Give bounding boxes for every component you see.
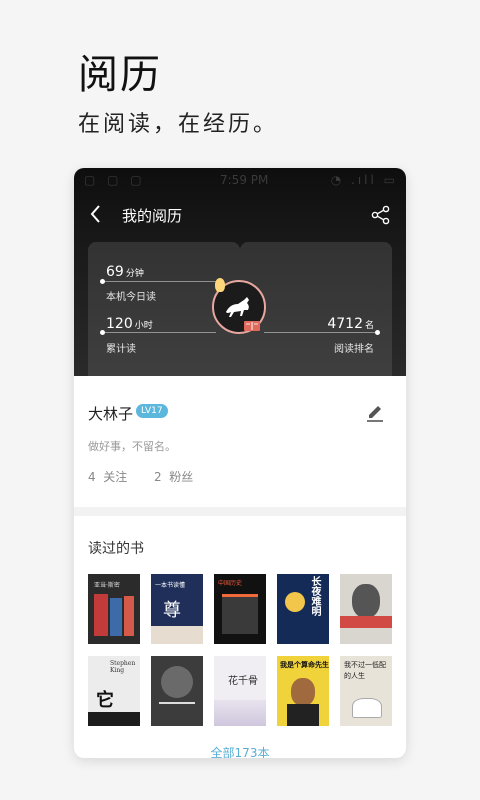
book-title: Stephen King xyxy=(110,660,136,674)
stat-total: 120 小时 累计读 xyxy=(106,313,153,355)
stat-rank: 4712 名 阅读排名 xyxy=(327,313,374,355)
books-section-title: 读过的书 xyxy=(88,541,144,557)
lightbulb-icon xyxy=(215,278,225,292)
book-cover[interactable]: 亚当·斯密 xyxy=(88,574,140,644)
status-bar: ▢ ▢ ▢ 7:59 PM ◔ .ıll ▭ xyxy=(74,168,406,192)
level-badge: LV17 xyxy=(136,404,168,418)
book-cover[interactable]: 长夜难明 xyxy=(277,574,329,644)
book-cover[interactable]: 花千骨 xyxy=(214,656,266,726)
book-title: 中国历史 xyxy=(218,580,243,587)
hero-subtitle: 在阅读，在经历。 xyxy=(78,112,279,137)
book-cover[interactable]: 一本书读懂 尊 xyxy=(151,574,203,644)
reading-header-panel: ▢ ▢ ▢ 7:59 PM ◔ .ıll ▭ 我的阅历 69 分钟 本机今日读 … xyxy=(74,168,406,376)
following-label: 关注 xyxy=(103,470,128,484)
book-title: 长夜难明 xyxy=(309,576,320,616)
stat-today-unit: 分钟 xyxy=(125,269,144,279)
connector-dot xyxy=(100,279,105,284)
top-bar: 我的阅历 xyxy=(74,198,406,234)
followers-link[interactable]: 2 粉丝 xyxy=(154,468,193,485)
followers-count: 2 xyxy=(154,470,162,484)
book-cover[interactable] xyxy=(151,656,203,726)
stat-rank-value: 4712 xyxy=(327,316,363,332)
book-cover[interactable]: 我不过一低配的人生 xyxy=(340,656,392,726)
book-title: 一本书读懂 xyxy=(155,582,186,589)
stat-today-label: 本机今日读 xyxy=(106,292,156,303)
following-link[interactable]: 4 关注 xyxy=(88,468,127,485)
motto-text: 做好事，不留名。 xyxy=(88,440,176,453)
book-title: 我不过一低配的人生 xyxy=(344,661,386,680)
page-title: 我的阅历 xyxy=(122,207,183,225)
back-arrow-icon[interactable] xyxy=(86,202,106,226)
following-count: 4 xyxy=(88,470,96,484)
open-book-icon xyxy=(244,321,260,331)
username: 大林子 xyxy=(88,405,134,423)
book-cover[interactable]: Stephen King 它 xyxy=(88,656,140,726)
status-icons-right: ◔ .ıll ▭ xyxy=(330,173,398,187)
stat-rank-unit: 名 xyxy=(364,321,374,331)
connector-dot xyxy=(100,330,105,335)
share-icon[interactable] xyxy=(370,204,392,226)
connector-dot xyxy=(375,330,380,335)
stat-today: 69 分钟 本机今日读 xyxy=(106,261,156,303)
stat-today-value: 69 xyxy=(106,264,124,280)
book-title: 我是个算命先生 xyxy=(280,660,329,669)
edit-pencil-icon[interactable] xyxy=(364,400,386,422)
section-divider xyxy=(74,507,406,516)
book-title: 花千骨 xyxy=(228,676,258,687)
status-time: 7:59 PM xyxy=(220,173,269,187)
stat-total-value: 120 xyxy=(106,316,133,332)
stat-rank-label: 阅读排名 xyxy=(334,344,374,355)
book-cover[interactable]: 中国历史 xyxy=(214,574,266,644)
followers-label: 粉丝 xyxy=(169,470,194,484)
phone-preview-card: ▢ ▢ ▢ 7:59 PM ◔ .ıll ▭ 我的阅历 69 分钟 本机今日读 … xyxy=(74,168,406,758)
stat-total-label: 累计读 xyxy=(106,344,136,355)
book-title: 亚当·斯密 xyxy=(94,582,120,589)
book-cover[interactable] xyxy=(340,574,392,644)
book-cover[interactable]: 我是个算命先生 xyxy=(277,656,329,726)
status-icons-left: ▢ ▢ ▢ xyxy=(84,173,146,187)
hero-title: 阅历 xyxy=(78,52,162,98)
stat-total-unit: 小时 xyxy=(134,321,153,331)
view-all-books-link[interactable]: 全部173本 xyxy=(74,744,406,758)
